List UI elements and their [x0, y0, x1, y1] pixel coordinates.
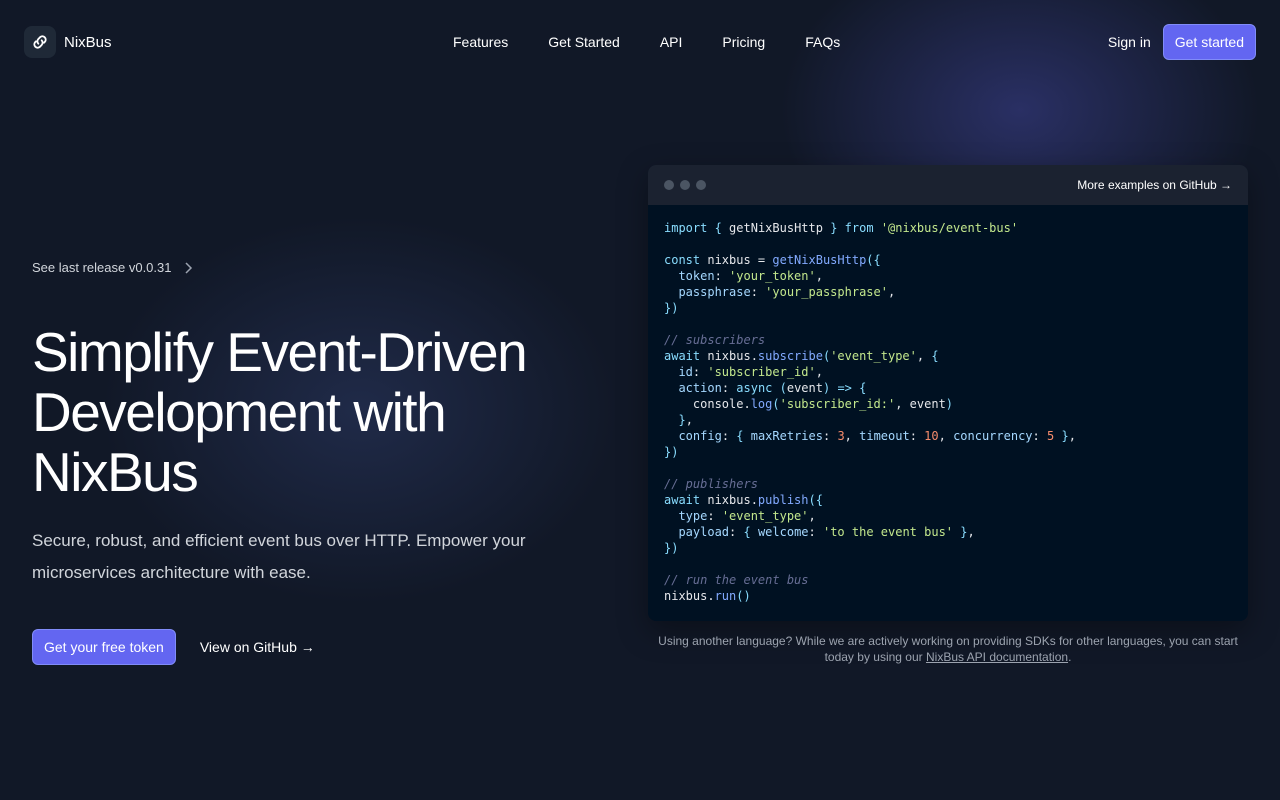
window-dot-icon — [680, 180, 690, 190]
brand-link[interactable]: NixBus — [24, 26, 112, 58]
free-token-button[interactable]: Get your free token — [32, 629, 176, 665]
code-line: }, — [678, 413, 693, 427]
code-line: type: 'event_type', — [678, 509, 816, 523]
hero-title-line-2: Development with — [32, 381, 447, 443]
code-line: // publishers — [664, 477, 758, 491]
code-line: }) — [664, 541, 679, 555]
code-line: console.log('subscriber_id:', event) — [664, 397, 954, 411]
nav-features[interactable]: Features — [453, 34, 508, 50]
code-line: const nixbus = getNixBusHttp({ — [664, 253, 881, 267]
hero-title: Simplify Event-Driven Development with N… — [32, 322, 592, 502]
code-line: id: 'subscriber_id', — [678, 365, 823, 379]
main-nav: Features Get Started API Pricing FAQs — [453, 0, 840, 84]
hero-cta-row: Get your free token View on GitHub → — [32, 629, 315, 665]
code-line: }) — [664, 445, 679, 459]
more-examples-link[interactable]: More examples on GitHub → — [1077, 178, 1232, 192]
code-window: More examples on GitHub → import { getNi… — [648, 165, 1248, 621]
code-line: import { getNixBusHttp } from '@nixbus/e… — [664, 221, 1019, 235]
code-line: token: 'your_token', — [678, 269, 823, 283]
sign-in-link[interactable]: Sign in — [1108, 34, 1151, 50]
code-line: payload: { welcome: 'to the event bus' }… — [678, 525, 975, 539]
sdk-note-end: . — [1068, 650, 1072, 664]
code-line: nixbus.run() — [664, 589, 751, 603]
view-github-link[interactable]: View on GitHub → — [200, 639, 315, 655]
code-line: }) — [664, 301, 679, 315]
api-docs-link[interactable]: NixBus API documentation — [926, 650, 1068, 664]
chevron-right-icon — [185, 261, 193, 274]
nav-get-started[interactable]: Get Started — [548, 34, 620, 50]
header-actions: Sign in Get started — [1108, 24, 1256, 60]
nav-faqs[interactable]: FAQs — [805, 34, 840, 50]
window-dot-icon — [696, 180, 706, 190]
nav-api[interactable]: API — [660, 34, 683, 50]
code-line: await nixbus.publish({ — [664, 493, 823, 507]
link-icon — [24, 26, 56, 58]
code-line: // run the event bus — [664, 573, 809, 587]
sdk-note: Using another language? While we are act… — [648, 633, 1248, 665]
code-example: import { getNixBusHttp } from '@nixbus/e… — [648, 205, 1248, 619]
code-line: passphrase: 'your_passphrase', — [678, 285, 896, 299]
code-line: await nixbus.subscribe('event_type', { — [664, 349, 939, 363]
release-link[interactable]: See last release v0.0.31 — [32, 260, 193, 275]
site-header: NixBus Features Get Started API Pricing … — [0, 0, 1280, 84]
code-line: action: async (event) => { — [678, 381, 867, 395]
window-dot-icon — [664, 180, 674, 190]
nav-pricing[interactable]: Pricing — [722, 34, 765, 50]
hero-title-line-1: Simplify Event-Driven — [32, 321, 528, 383]
hero-subtitle: Secure, robust, and efficient event bus … — [32, 531, 526, 582]
release-label: See last release v0.0.31 — [32, 260, 172, 275]
code-line: // subscribers — [664, 333, 766, 347]
get-started-button[interactable]: Get started — [1162, 24, 1256, 60]
hero-title-line-3: NixBus — [32, 441, 199, 503]
code-window-titlebar: More examples on GitHub → — [648, 165, 1248, 205]
brand-name: NixBus — [64, 33, 112, 51]
code-line: config: { maxRetries: 3, timeout: 10, co… — [678, 429, 1076, 443]
